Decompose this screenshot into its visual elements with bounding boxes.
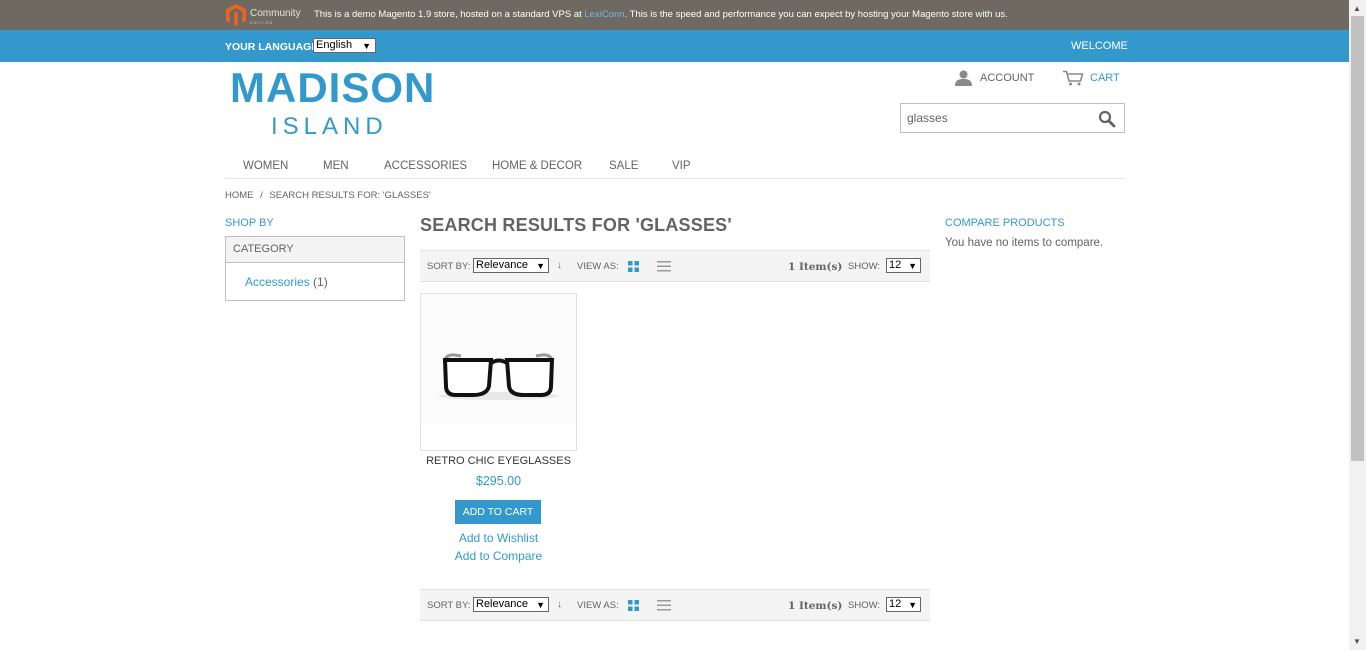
lexiconn-link[interactable]: LexiConn [584,9,624,20]
nav-item-home-decor[interactable]: HOME & DECOR [492,160,582,172]
grid-view-icon[interactable] [628,600,639,611]
scroll-down-icon[interactable]: ▼ [1353,637,1361,646]
breadcrumb-current: SEARCH RESULTS FOR: 'GLASSES' [269,190,431,201]
item-count: 1 Item(s) [788,600,843,612]
product-name[interactable]: RETRO CHIC EYEGLASSES [420,455,577,467]
language-select-value: English [316,39,353,51]
category-item[interactable]: Accessories (1) [245,275,328,289]
add-to-cart-button[interactable]: ADD TO CART [455,500,541,524]
category-count: (1) [313,275,328,289]
show-limit-select[interactable]: 12 ▼ [886,597,921,612]
toolbar-top: SORT BY: Relevance ▼ ↓ VIEW AS: 1 Item(s… [420,250,930,282]
breadcrumb-home[interactable]: HOME [225,190,254,201]
chevron-down-icon: ▼ [362,41,371,51]
chevron-down-icon: ▼ [536,261,545,271]
page-title: SEARCH RESULTS FOR 'GLASSES' [420,215,732,235]
cart-label: CART [1090,72,1120,84]
show-limit-value: 12 [889,598,902,610]
add-to-compare-link[interactable]: Add to Compare [420,549,577,563]
language-select[interactable]: English ▼ [313,38,376,53]
magento-logo-icon [226,4,246,26]
eyeglasses-image [421,294,576,424]
site-logo-sub[interactable]: ISLAND [271,113,388,141]
sort-by-select[interactable]: Relevance ▼ [473,597,549,612]
main-navigation: WOMEN MEN ACCESSORIES HOME & DECOR SALE … [225,152,1125,179]
search-box [900,103,1125,133]
scroll-up-icon[interactable]: ▲ [1353,4,1361,13]
sort-direction-icon[interactable]: ↓ [557,260,562,271]
breadcrumb-separator: / [260,190,263,201]
item-count: 1 Item(s) [788,261,843,273]
sort-by-select[interactable]: Relevance ▼ [473,258,549,273]
welcome-message: WELCOME [1071,40,1128,52]
demo-notice-bar: Community EDITION This is a demo Magento… [0,0,1349,30]
nav-item-accessories[interactable]: ACCESSORIES [384,160,467,172]
magento-logo-subtext: EDITION [250,20,274,25]
product-item: RETRO CHIC EYEGLASSES $295.00 ADD TO CAR… [420,293,577,563]
chevron-down-icon: ▼ [536,600,545,610]
language-label: YOUR LANGUAGE: [225,41,322,53]
user-icon [955,70,972,86]
compare-products-heading: COMPARE PRODUCTS [945,217,1065,229]
nav-item-sale[interactable]: SALE [609,160,638,172]
category-link-accessories[interactable]: Accessories [245,275,310,289]
breadcrumb: HOME / SEARCH RESULTS FOR: 'GLASSES' [225,190,431,201]
language-bar: YOUR LANGUAGE: English ▼ WELCOME [0,30,1349,62]
account-label: ACCOUNT [980,72,1035,84]
nav-item-women[interactable]: WOMEN [243,160,288,172]
sort-by-value: Relevance [476,259,528,271]
view-as-label: VIEW AS: [577,600,619,611]
list-view-icon[interactable] [657,600,671,611]
scrollbar-thumb[interactable] [1351,16,1364,461]
shop-by-heading: SHOP BY [225,217,274,229]
category-filter: CATEGORY Accessories (1) [225,236,405,301]
account-link[interactable]: ACCOUNT [955,70,1034,86]
nav-item-men[interactable]: MEN [323,160,349,172]
sort-direction-icon[interactable]: ↓ [557,599,562,610]
show-label: SHOW: [848,600,881,611]
compare-empty-text: You have no items to compare. [945,237,1104,249]
list-view-icon[interactable] [657,261,671,272]
chevron-down-icon: ▼ [908,261,917,271]
add-to-wishlist-link[interactable]: Add to Wishlist [420,531,577,545]
demo-text-before: This is a demo Magento 1.9 store, hosted… [314,9,585,20]
product-image[interactable] [420,293,577,451]
cart-link[interactable]: CART [1062,70,1120,86]
magento-logo-text: Community [250,8,301,19]
grid-view-icon[interactable] [628,261,639,272]
search-icon[interactable] [1098,110,1116,128]
sort-by-label: SORT BY: [427,600,471,611]
category-heading: CATEGORY [226,237,404,263]
nav-item-vip[interactable]: VIP [672,160,691,172]
show-label: SHOW: [848,261,881,272]
site-logo-main[interactable]: MADISON [230,64,435,112]
demo-text-after: . This is the speed and performance you … [624,9,1008,20]
show-limit-value: 12 [889,259,902,271]
show-limit-select[interactable]: 12 ▼ [886,258,921,273]
sort-by-value: Relevance [476,598,528,610]
chevron-down-icon: ▼ [908,600,917,610]
search-input[interactable] [907,111,1087,125]
product-price: $295.00 [475,474,522,488]
view-as-label: VIEW AS: [577,261,619,272]
sort-by-label: SORT BY: [427,261,471,272]
demo-notice-text: This is a demo Magento 1.9 store, hosted… [314,9,1008,20]
toolbar-bottom: SORT BY: Relevance ▼ ↓ VIEW AS: 1 Item(s… [420,589,930,621]
cart-icon [1063,70,1084,86]
